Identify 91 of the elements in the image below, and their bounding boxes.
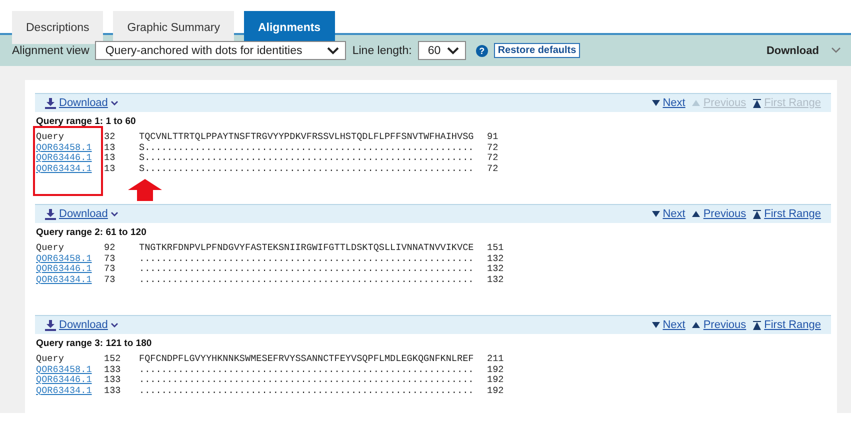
sequence-text: TNGTKRFDNPVLPFNDGVYFASTEKSNIIRGWIFGTTLDSKTQSLLIVNNATNVVIKVCE [139, 243, 475, 254]
down-triangle-icon [652, 210, 660, 218]
sequence-text: ............................................................ [139, 254, 475, 264]
start-position: 133 [104, 375, 122, 386]
download-link[interactable]: Download [59, 319, 108, 331]
arrow-icon [128, 179, 162, 201]
up-to-top-icon [753, 320, 762, 330]
view-dropdown[interactable]: Query-anchored with dots for identities [95, 41, 346, 60]
range-nav-link[interactable]: Previous [703, 319, 746, 331]
sequence-text: S........................................................... [139, 142, 475, 153]
end-position: 192 [487, 386, 505, 396]
sequence-id-link[interactable]: QOR63458.1 [36, 364, 104, 375]
end-position: 132 [487, 254, 505, 264]
sequence-id-link[interactable]: QOR63446.1 [36, 153, 104, 164]
chevron-icon [446, 46, 459, 54]
up-to-top-icon [753, 209, 762, 219]
sequence-label: Query [36, 354, 65, 364]
range-nav-link[interactable]: Next [662, 208, 686, 220]
query-range-title: Query range 1: 1 to 60 [35, 115, 137, 129]
end-position: 72 [487, 164, 500, 174]
sequence-text: S........................................................... [139, 164, 475, 174]
tab[interactable]: Descriptions [12, 11, 104, 44]
download-icon [45, 208, 56, 220]
highlight-box [33, 126, 103, 196]
end-position: 72 [487, 142, 500, 153]
tab[interactable]: Graphic Summary [113, 11, 234, 44]
end-position: 72 [487, 153, 500, 164]
sequence-label: Query [36, 132, 65, 142]
range-nav-link[interactable]: Next [662, 319, 686, 331]
download-link[interactable]: Download [59, 97, 108, 109]
range-nav-link[interactable]: Next [662, 97, 686, 109]
sequence-id-link[interactable]: QOR63434.1 [36, 386, 104, 396]
sequence-text: ............................................................ [139, 386, 475, 396]
start-position: 13 [104, 142, 116, 153]
start-position: 152 [104, 354, 122, 364]
down-triangle-icon [652, 321, 660, 329]
chevron-icon [110, 322, 118, 328]
help-icon[interactable]: ? [476, 44, 488, 56]
sequence-text: ............................................................ [139, 364, 475, 375]
end-position: 132 [487, 274, 505, 285]
sequence-text: ............................................................ [139, 375, 475, 386]
start-position: 92 [104, 243, 116, 254]
start-position: 73 [104, 274, 116, 285]
down-triangle-icon [652, 99, 660, 107]
view-label: Alignment view [12, 44, 90, 56]
line-length-label: Line length: [352, 44, 412, 56]
chevron-icon [110, 100, 118, 106]
end-position: 211 [487, 354, 505, 364]
range-nav-link[interactable]: First Range [764, 319, 821, 331]
sequence-id-link[interactable]: QOR63458.1 [36, 254, 104, 264]
start-position: 73 [104, 254, 116, 264]
sequence-id-link[interactable]: QOR63434.1 [36, 164, 104, 174]
sequence-text: TQCVNLTTRTQLPPAYTNSFTRGVYYPDKVFRSSVLHSTQDLFLPFFSNVTWFHAIHVSG [139, 132, 475, 142]
up-triangle-icon [692, 99, 700, 107]
download-link[interactable]: Download [59, 208, 108, 220]
query-range-title: Query range 2: 61 to 120 [35, 226, 148, 240]
end-position: 192 [487, 364, 505, 375]
start-position: 13 [104, 153, 116, 164]
start-position: 13 [104, 164, 116, 174]
sequence-text: S........................................................... [139, 153, 475, 164]
restore-defaults-button[interactable]: Restore defaults [494, 43, 580, 58]
sequence-text: ............................................................ [139, 264, 475, 274]
end-position: 151 [487, 243, 505, 254]
sequence-id-link[interactable]: QOR63458.1 [36, 142, 104, 153]
up-triangle-icon [692, 321, 700, 329]
start-position: 133 [104, 386, 122, 396]
sequence-text: ............................................................ [139, 274, 475, 285]
sequence-text: FQFCNDPFLGVYYHKNNKSWMESEFRVYSSANNCTFEYVSQPFLMDLEGKQGNFKNLREF [139, 354, 475, 364]
sequence-id-link[interactable]: QOR63434.1 [36, 274, 104, 285]
download-icon [45, 98, 56, 108]
sequence-id-link[interactable]: QOR63446.1 [36, 375, 104, 386]
download-icon [45, 320, 56, 330]
up-to-top-icon [753, 98, 762, 108]
end-position: 192 [487, 375, 505, 386]
sequence-id-link[interactable]: QOR63446.1 [36, 264, 104, 274]
up-triangle-icon [692, 210, 700, 218]
end-position: 91 [487, 132, 500, 142]
end-position: 132 [487, 264, 505, 274]
tab[interactable]: Alignments [244, 11, 335, 44]
start-position: 133 [104, 364, 122, 375]
download-menu[interactable]: Download [766, 44, 819, 56]
chevron-icon [831, 47, 841, 54]
start-position: 73 [104, 264, 116, 274]
query-range-title: Query range 3: 121 to 180 [35, 337, 153, 351]
start-position: 32 [104, 132, 116, 142]
chevron-icon [327, 46, 340, 54]
range-nav-link[interactable]: First Range [764, 208, 821, 220]
chevron-icon [110, 212, 118, 216]
line-length-dropdown[interactable]: 60 [418, 41, 466, 60]
range-nav-link[interactable]: Previous [703, 208, 746, 220]
sequence-label: Query [36, 243, 65, 254]
